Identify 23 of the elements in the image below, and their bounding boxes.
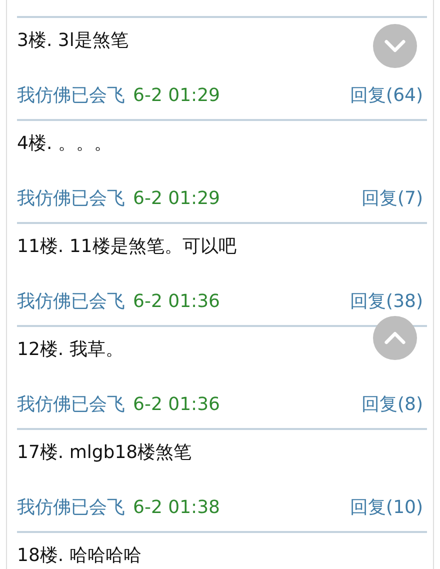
post-time: 6-2 01:36 (133, 290, 220, 314)
post-text: 3楼. 3l是煞笔 (17, 29, 128, 53)
scroll-down-button[interactable] (373, 24, 417, 68)
reply-link[interactable]: 回复(64) (350, 83, 423, 109)
post-time: 6-2 01:36 (133, 393, 220, 417)
post-text: 17楼. mlgb18楼煞笔 (17, 441, 192, 465)
post-text: 4楼. 。。。 (17, 132, 112, 156)
author-link[interactable]: 我仿佛已会飞 (17, 186, 125, 212)
scroll-up-button[interactable] (373, 316, 417, 360)
author-link[interactable]: 我仿佛已会飞 (17, 392, 125, 418)
reply-link[interactable]: 回复(8) (362, 392, 423, 418)
post-text: 11楼. 11楼是煞笔。可以吧 (17, 235, 236, 259)
post-time: 6-2 01:29 (133, 84, 220, 108)
reply-link[interactable]: 回复(10) (350, 495, 423, 521)
author-link[interactable]: 我仿佛已会飞 (17, 289, 125, 315)
author-link[interactable]: 我仿佛已会飞 (17, 495, 125, 521)
post-text: 18楼. 哈哈哈哈 (17, 544, 142, 568)
reply-link[interactable]: 回复(38) (350, 289, 423, 315)
post-time: 6-2 01:38 (133, 496, 220, 520)
post-time: 6-2 01:29 (133, 187, 220, 211)
post-text: 12楼. 我草。 (17, 338, 124, 362)
author-link[interactable]: 我仿佛已会飞 (17, 83, 125, 109)
reply-link[interactable]: 回复(7) (362, 186, 423, 212)
